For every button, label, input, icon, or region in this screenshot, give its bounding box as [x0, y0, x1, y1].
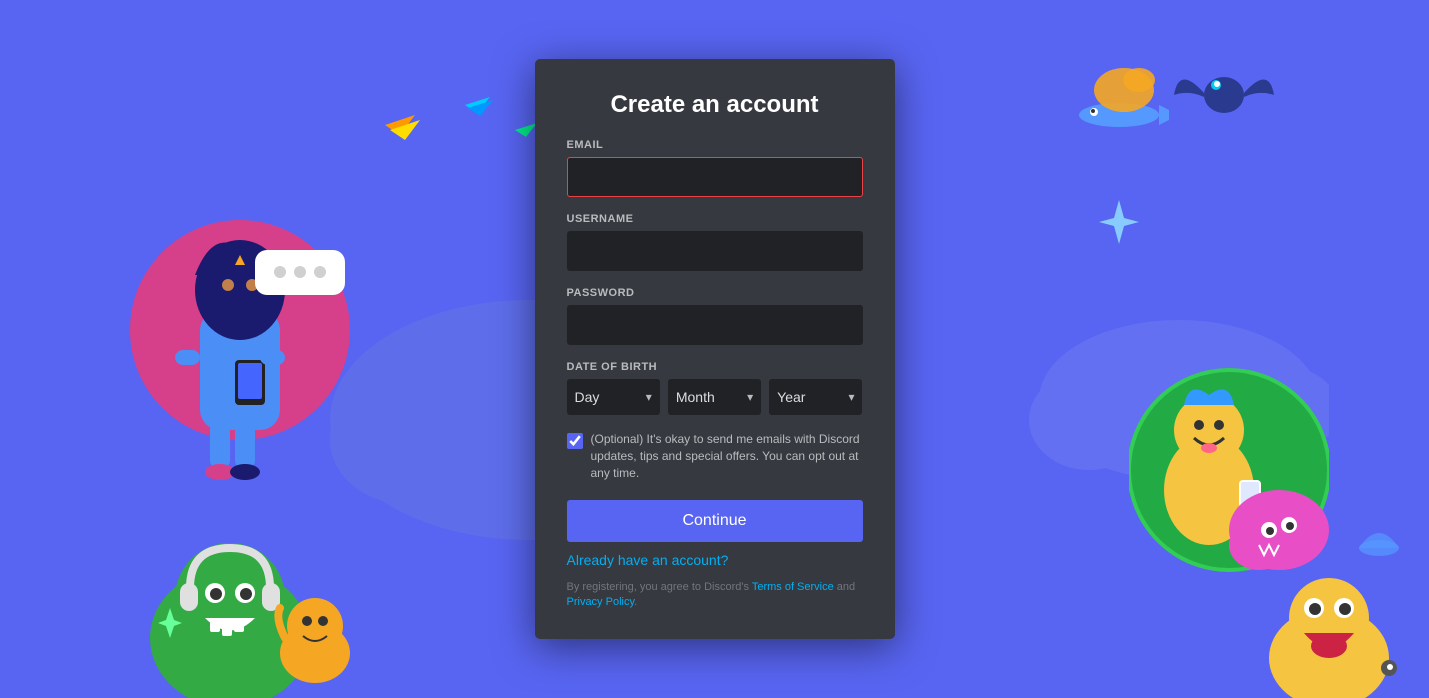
username-field-group: USERNAME [567, 213, 863, 271]
modal-wrapper: Create an account EMAIL USERNAME PASSWOR… [0, 0, 1429, 698]
email-field-group: EMAIL [567, 139, 863, 197]
continue-button[interactable]: Continue [567, 500, 863, 542]
dob-row: Day1234567891011121314151617181920212223… [567, 379, 863, 415]
username-input[interactable] [567, 231, 863, 271]
day-select-wrapper: Day1234567891011121314151617181920212223… [567, 379, 660, 415]
username-label: USERNAME [567, 213, 863, 225]
tos-text: By registering, you agree to Discord's T… [567, 580, 863, 611]
optional-emails-checkbox[interactable] [567, 433, 583, 449]
month-select[interactable]: MonthJanuaryFebruaryMarchAprilMayJuneJul… [668, 379, 761, 415]
day-select[interactable]: Day1234567891011121314151617181920212223… [567, 379, 660, 415]
password-label: PASSWORD [567, 287, 863, 299]
dob-field-group: DATE OF BIRTH Day12345678910111213141516… [567, 361, 863, 415]
password-field-group: PASSWORD [567, 287, 863, 345]
year-select[interactable]: Year202420232022202120202015201020052000… [769, 379, 862, 415]
email-input[interactable] [567, 157, 863, 197]
privacy-link[interactable]: Privacy Policy [567, 596, 635, 608]
month-select-wrapper: MonthJanuaryFebruaryMarchAprilMayJuneJul… [668, 379, 761, 415]
already-have-account-link[interactable]: Already have an account? [567, 552, 863, 568]
optional-emails-label[interactable]: (Optional) It's okay to send me emails w… [591, 431, 863, 481]
modal-title: Create an account [567, 91, 863, 119]
email-label: EMAIL [567, 139, 863, 151]
create-account-modal: Create an account EMAIL USERNAME PASSWOR… [535, 59, 895, 638]
optional-emails-row: (Optional) It's okay to send me emails w… [567, 431, 863, 481]
dob-label: DATE OF BIRTH [567, 361, 863, 373]
year-select-wrapper: Year202420232022202120202015201020052000… [769, 379, 862, 415]
password-input[interactable] [567, 305, 863, 345]
tos-link[interactable]: Terms of Service [752, 581, 834, 593]
